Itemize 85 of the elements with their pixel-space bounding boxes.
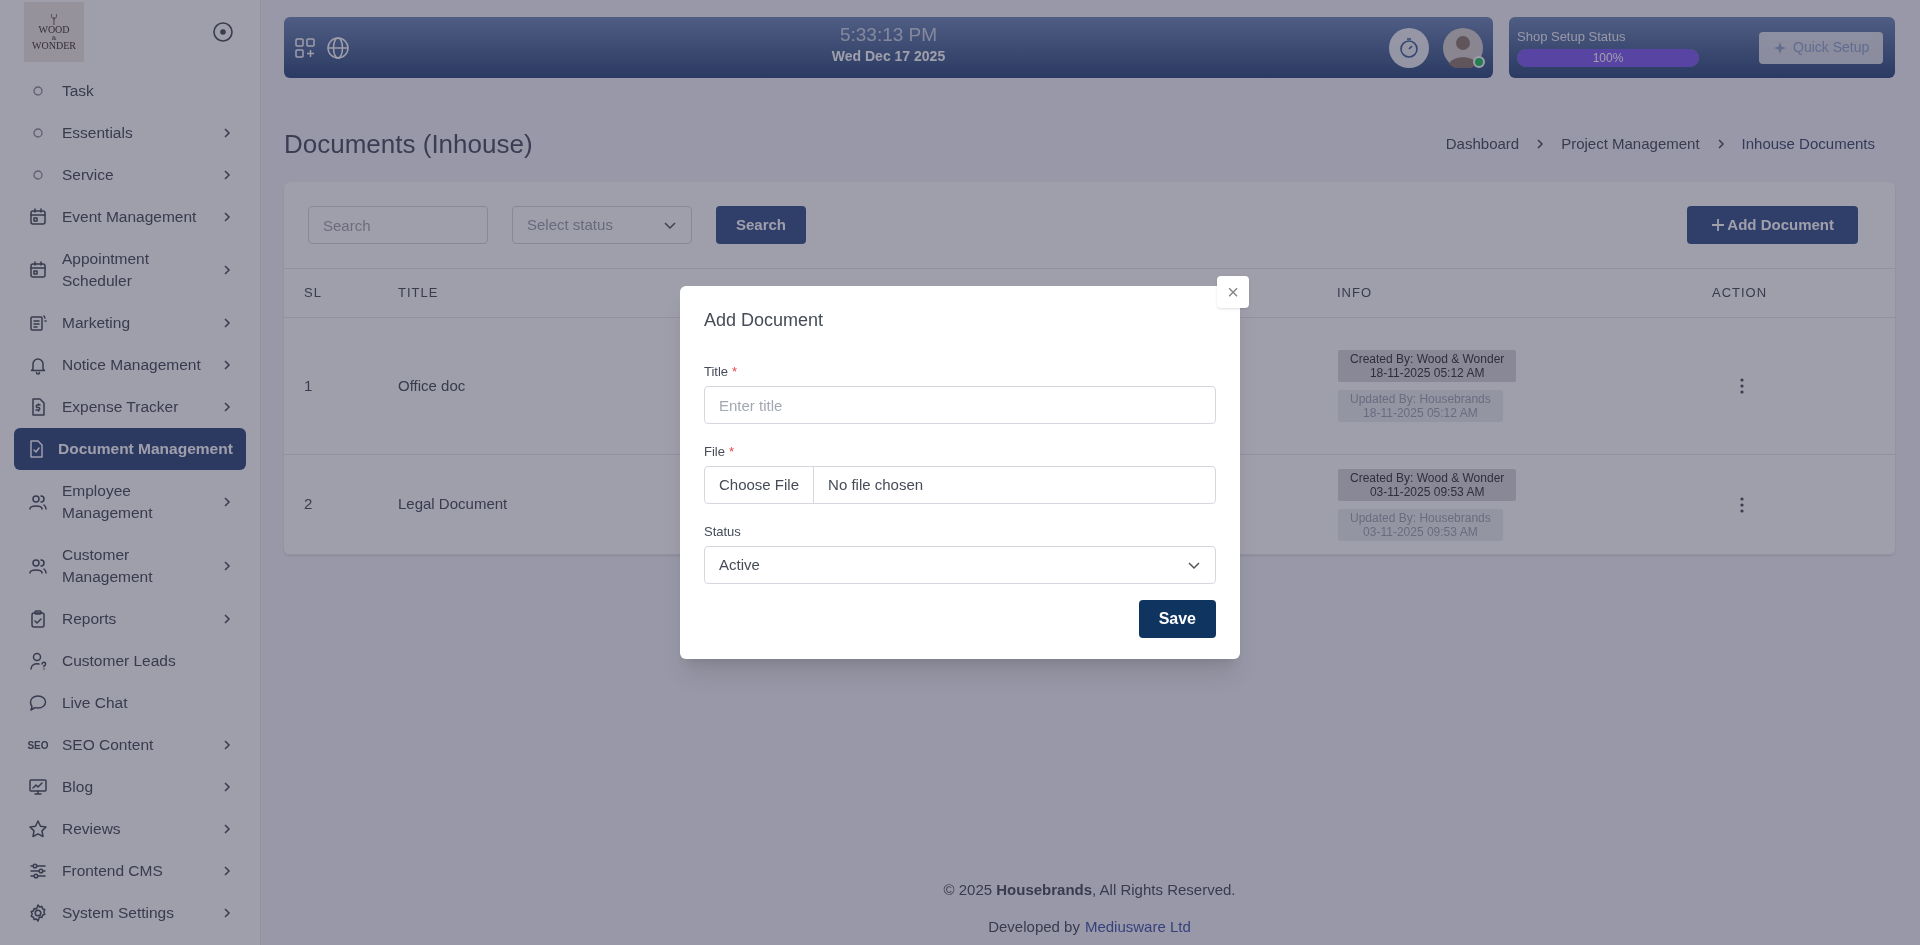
required-mark: * [728, 444, 734, 460]
table-cell: Legal Document [398, 495, 508, 513]
progress-reading: 100% [1591, 49, 1625, 67]
user-question-icon [28, 651, 48, 671]
clock-time: 5:33:13 PM [839, 23, 938, 47]
sidebar-item[interactable]: Document Management [14, 428, 246, 470]
plus-icon [1711, 218, 1726, 232]
circle-icon [33, 170, 43, 180]
avatar[interactable] [1443, 27, 1483, 68]
sidebar-item[interactable]: Customer Leads [14, 640, 246, 682]
star-icon [28, 819, 48, 839]
developed-by-text: Developed by [988, 917, 1080, 937]
sidebar-item[interactable]: Essentials [14, 112, 246, 154]
sidebar-item[interactable]: System Settings [14, 892, 246, 934]
choose-file-button[interactable]: Choose File [705, 467, 815, 503]
file-field[interactable]: Choose File No file chosen [704, 466, 1216, 504]
field-label: Title [704, 364, 729, 380]
add-document-button[interactable]: Add Document [1687, 206, 1858, 244]
gear-icon [28, 903, 48, 923]
calendar-icon [28, 260, 48, 280]
breadcrumb-link[interactable]: Inhouse Documents [1741, 132, 1875, 156]
sidebar-item[interactable]: SEO SEO Content [14, 724, 246, 766]
breadcrumb-link[interactable]: Project Management [1561, 132, 1700, 156]
sidebar-item[interactable]: Marketing [14, 302, 246, 344]
sliders-icon [28, 861, 48, 881]
apps-add-icon[interactable] [294, 36, 316, 59]
sidebar-item[interactable]: Live Chat [14, 682, 246, 724]
sidebar-item[interactable]: Appointment Scheduler [14, 238, 246, 302]
chat-bubble-icon [28, 693, 48, 713]
sidebar-item[interactable]: Reports [14, 598, 246, 640]
modal-title: Add Document [704, 309, 825, 332]
table-cell: Office doc [398, 376, 466, 394]
sidebar-item[interactable]: Blog [14, 766, 246, 808]
status-select[interactable]: Active [704, 546, 1216, 584]
sidebar-item[interactable]: Customer Management [14, 534, 246, 598]
newspaper-icon [28, 313, 48, 333]
save-button[interactable]: Save [1138, 600, 1216, 638]
field-label: File [704, 444, 725, 460]
field-label: Status [704, 524, 741, 540]
developer-link[interactable]: Mediusware Ltd [1084, 917, 1191, 937]
seo-icon: SEO [27, 737, 49, 753]
sidebar-item[interactable]: Expense Tracker [14, 386, 246, 428]
table-cell: 2 [304, 495, 313, 513]
calendar-icon [28, 207, 48, 227]
required-mark: * [732, 364, 738, 380]
circle-icon [33, 86, 43, 96]
more-vertical-icon[interactable] [1739, 377, 1745, 395]
title-field[interactable]: Enter title [704, 386, 1216, 424]
target-icon[interactable] [212, 21, 234, 43]
column-header: SL [304, 285, 322, 301]
breadcrumb-link[interactable]: Dashboard [1445, 132, 1520, 156]
sidebar-item[interactable]: Employee Management [14, 470, 246, 534]
chevron-right-icon [1535, 138, 1546, 150]
search-button[interactable]: Search [716, 206, 807, 244]
status-placeholder: Select status [527, 214, 613, 235]
users-icon [28, 492, 48, 512]
sidebar-item[interactable]: Reviews [14, 808, 246, 850]
setup-status-label: Shop Setup Status [1517, 28, 1627, 45]
column-header: INFO [1337, 285, 1373, 301]
close-button[interactable]: × [1217, 276, 1249, 308]
more-vertical-icon[interactable] [1739, 495, 1745, 514]
clock-date: Wed Dec 17 2025 [831, 47, 946, 65]
chevron-right-icon [1715, 138, 1726, 150]
clipboard-icon [28, 609, 48, 629]
bell-icon [28, 355, 48, 375]
file-name-text: No file chosen [827, 474, 925, 495]
column-header: TITLE [398, 285, 439, 301]
sidebar-item[interactable]: Event Management [14, 196, 246, 238]
sparkle-icon [1773, 40, 1787, 55]
copyright-text: © 2025 Housebrands, All Rights Reserved. [943, 880, 1236, 900]
sidebar-item[interactable]: Notice Management [14, 344, 246, 386]
sidebar-item[interactable]: Service [14, 154, 246, 196]
page-title: Documents (Inhouse) [284, 127, 533, 161]
globe-icon[interactable] [326, 35, 350, 60]
sidebar-item[interactable]: Task [14, 70, 246, 112]
timer-button[interactable] [1389, 27, 1429, 68]
users-icon [28, 556, 48, 576]
table-cell: 1 [304, 376, 313, 394]
presentation-chart-icon [28, 777, 48, 797]
created-by-badge: Created By: Wood & Wonder 03-11-2025 09:53 AM [1338, 468, 1517, 501]
column-header: ACTION [1712, 285, 1768, 301]
circle-icon [33, 128, 43, 138]
stopwatch-icon [1398, 36, 1420, 59]
created-by-badge: Created By: Wood & Wonder 18-11-2025 05:12 AM [1338, 350, 1517, 382]
sidebar-item[interactable]: Frontend CMS [14, 850, 246, 892]
